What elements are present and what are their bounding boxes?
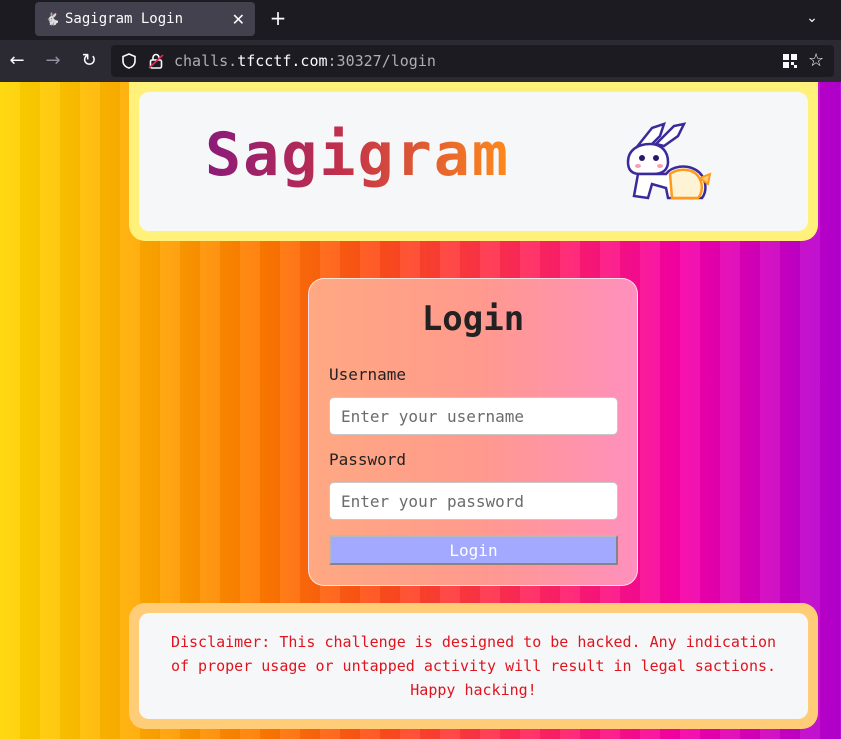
url-text[interactable]: challs.tfcctf.com:30327/login [174,52,436,70]
forward-arrow-icon[interactable]: → [40,48,66,74]
logo-text: Sagigram [205,120,510,190]
url-prefix: challs. [174,52,238,70]
qr-code-icon[interactable] [782,53,798,69]
star-bookmark-icon[interactable]: ☆ [808,50,824,71]
disclaimer-banner: Disclaimer: This challenge is designed t… [129,603,818,729]
back-arrow-icon[interactable]: ← [4,48,30,74]
disclaimer-text: Disclaimer: This challenge is designed t… [170,633,777,699]
login-card: Login Username Password Login [308,278,638,586]
url-host: tfcctf.com [237,52,328,70]
chevron-down-icon[interactable]: ⌄ [800,6,824,30]
browser-tab[interactable]: 🐇 Sagigram Login ✕ [35,2,255,36]
lock-icon[interactable] [147,52,165,70]
url-bar[interactable]: challs.tfcctf.com:30327/login ☆ [111,45,834,77]
tab-title: Sagigram Login [65,11,184,27]
login-title: Login [421,299,525,339]
page-content: Sagigram Login Username Password [0,82,841,739]
password-input[interactable] [329,482,618,520]
password-label: Password [329,450,407,469]
username-input[interactable] [329,397,618,435]
reload-icon[interactable]: ↻ [76,48,102,74]
disclaimer-inner: Disclaimer: This challenge is designed t… [139,613,808,719]
close-tab-icon[interactable]: ✕ [232,10,245,29]
username-label: Username [329,365,407,384]
header-banner: Sagigram [129,82,818,241]
login-button[interactable]: Login [329,535,618,565]
url-path: :30327/login [327,52,436,70]
header-inner: Sagigram [139,92,808,231]
new-tab-button[interactable]: + [266,6,290,30]
browser-tab-bar: 🐇 Sagigram Login ✕ + ⌄ [0,0,841,40]
pixel-bunny-icon [626,122,712,200]
bunny-favicon-icon: 🐇 [45,12,60,26]
browser-nav-bar: ← → ↻ challs.tfcctf.com:30327/login ☆ [0,40,841,82]
shield-icon[interactable] [120,52,138,70]
